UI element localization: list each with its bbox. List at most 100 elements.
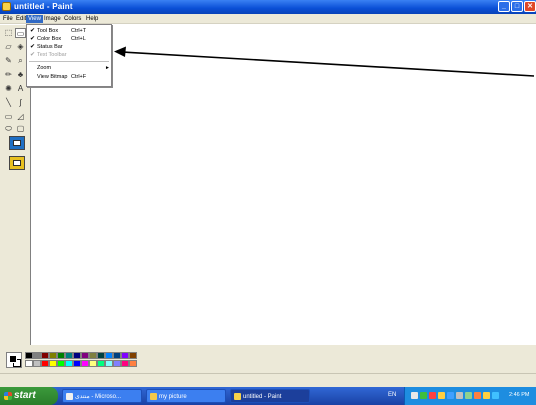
color-swatch[interactable] bbox=[49, 352, 57, 359]
view-menu-item-toolbox[interactable]: ✔ Tool Box Ctrl+T bbox=[27, 27, 111, 35]
color-swatch[interactable] bbox=[89, 352, 97, 359]
view-menu-dropdown: ✔ Tool Box Ctrl+T ✔ Color Box Ctrl+L ✔ S… bbox=[26, 24, 112, 87]
color-swatch[interactable] bbox=[25, 352, 33, 359]
window-title: untitled - Paint bbox=[14, 2, 73, 11]
color-swatch[interactable] bbox=[129, 360, 137, 367]
color-swatch[interactable] bbox=[65, 360, 73, 367]
taskbar-button-label: my picture bbox=[159, 394, 187, 400]
taskbar-button-label: untitled - Paint bbox=[243, 394, 282, 400]
taskbar-button-paint[interactable]: untitled - Paint bbox=[230, 389, 310, 403]
color-swatch[interactable] bbox=[25, 360, 33, 367]
line-icon[interactable]: ╲ bbox=[3, 98, 14, 108]
minimize-button[interactable]: _ bbox=[498, 1, 510, 12]
color-swatch[interactable] bbox=[121, 352, 129, 359]
polygon-icon[interactable]: ◿ bbox=[15, 112, 26, 122]
fill-icon[interactable]: ◈ bbox=[15, 42, 26, 52]
tool-option-transparent[interactable] bbox=[9, 136, 25, 150]
color-swatch[interactable] bbox=[33, 352, 41, 359]
view-menu-item-statusbar[interactable]: ✔ Status Bar bbox=[27, 43, 111, 51]
close-button[interactable]: ✕ bbox=[524, 1, 536, 12]
pencil-icon[interactable]: ✏ bbox=[3, 70, 14, 80]
brush-icon[interactable]: ♣ bbox=[15, 70, 26, 80]
clock: 2:46 PM bbox=[509, 392, 530, 398]
system-tray: 2:46 PM bbox=[404, 387, 536, 405]
view-menu-item-viewbitmap[interactable]: View Bitmap Ctrl+F bbox=[27, 73, 111, 81]
menu-item-label: Zoom bbox=[37, 65, 52, 71]
menu-file[interactable]: File bbox=[1, 15, 15, 23]
tray-icon[interactable] bbox=[483, 392, 490, 399]
color-swatch[interactable] bbox=[81, 352, 89, 359]
color-swatch[interactable] bbox=[73, 352, 81, 359]
tray-icon[interactable] bbox=[447, 392, 454, 399]
check-icon: ✔ bbox=[30, 28, 36, 34]
tray-icon[interactable] bbox=[411, 392, 418, 399]
color-swatch[interactable] bbox=[41, 352, 49, 359]
menu-separator bbox=[29, 61, 109, 62]
paint-app-icon[interactable] bbox=[2, 2, 11, 11]
tray-icon[interactable] bbox=[474, 392, 481, 399]
color-swatch[interactable] bbox=[57, 360, 65, 367]
menu-colors[interactable]: Colors bbox=[62, 15, 83, 23]
tray-icon[interactable] bbox=[429, 392, 436, 399]
menu-help[interactable]: Help bbox=[84, 15, 100, 23]
check-icon: ✔ bbox=[30, 36, 36, 42]
taskbar-button-label: منتدى - Microso... bbox=[75, 394, 122, 400]
color-swatch[interactable] bbox=[81, 360, 89, 367]
check-icon: ✔ bbox=[30, 44, 36, 50]
browser-icon bbox=[66, 393, 73, 400]
windows-logo-icon bbox=[4, 392, 12, 400]
paint-icon bbox=[234, 393, 241, 400]
curve-icon[interactable]: ∫ bbox=[15, 98, 26, 108]
magnifier-icon[interactable]: ⌕ bbox=[15, 56, 26, 66]
select-icon[interactable]: ▭ bbox=[15, 28, 26, 38]
language-indicator[interactable]: EN bbox=[388, 392, 396, 398]
foreground-color-swatch bbox=[9, 355, 17, 363]
color-swatch[interactable] bbox=[49, 360, 57, 367]
tray-icon[interactable] bbox=[456, 392, 463, 399]
pick-color-icon[interactable]: ✎ bbox=[3, 56, 14, 66]
color-box bbox=[0, 345, 536, 373]
tray-icon[interactable] bbox=[420, 392, 427, 399]
airbrush-icon[interactable]: ✺ bbox=[3, 84, 14, 94]
start-button[interactable]: start bbox=[0, 387, 58, 405]
maximize-button[interactable]: □ bbox=[511, 1, 523, 12]
menu-view[interactable]: View bbox=[26, 15, 43, 23]
color-swatch[interactable] bbox=[65, 352, 73, 359]
color-swatch[interactable] bbox=[121, 360, 129, 367]
submenu-arrow-icon: ► bbox=[105, 65, 110, 71]
current-colors[interactable] bbox=[6, 352, 22, 368]
color-swatch[interactable] bbox=[105, 352, 113, 359]
menu-item-label: Tool Box bbox=[37, 28, 59, 34]
color-swatch[interactable] bbox=[113, 360, 121, 367]
color-swatch[interactable] bbox=[41, 360, 49, 367]
eraser-icon[interactable]: ▱ bbox=[3, 42, 14, 52]
menu-image[interactable]: Image bbox=[42, 15, 63, 23]
tool-option-opaque[interactable] bbox=[9, 156, 25, 170]
color-swatch[interactable] bbox=[57, 352, 65, 359]
color-swatch[interactable] bbox=[33, 360, 41, 367]
color-swatch[interactable] bbox=[89, 360, 97, 367]
free-form-select-icon[interactable]: ⬚ bbox=[3, 28, 14, 38]
view-menu-item-zoom[interactable]: Zoom ► bbox=[27, 64, 111, 72]
taskbar-button-browser[interactable]: منتدى - Microso... bbox=[62, 389, 142, 403]
color-swatch[interactable] bbox=[113, 352, 121, 359]
folder-icon bbox=[150, 393, 157, 400]
color-swatch[interactable] bbox=[97, 352, 105, 359]
view-menu-item-texttoolbar: ✔ Text Toolbar bbox=[27, 51, 111, 59]
color-swatch[interactable] bbox=[97, 360, 105, 367]
rounded-rectangle-icon[interactable]: ▢ bbox=[15, 124, 26, 134]
rectangle-icon[interactable]: ▭ bbox=[3, 112, 14, 122]
color-swatch[interactable] bbox=[73, 360, 81, 367]
menu-item-label: Status Bar bbox=[37, 44, 63, 50]
taskbar-button-my-picture[interactable]: my picture bbox=[146, 389, 226, 403]
tray-icon[interactable] bbox=[465, 392, 472, 399]
tray-icon[interactable] bbox=[492, 392, 499, 399]
menu-item-shortcut: Ctrl+F bbox=[71, 74, 87, 80]
text-icon[interactable]: A bbox=[15, 84, 26, 94]
menu-item-shortcut: Ctrl+T bbox=[71, 28, 87, 34]
tray-icon[interactable] bbox=[438, 392, 445, 399]
ellipse-icon[interactable]: ⬭ bbox=[3, 124, 14, 134]
color-swatch[interactable] bbox=[105, 360, 113, 367]
color-swatch[interactable] bbox=[129, 352, 137, 359]
view-menu-item-colorbox[interactable]: ✔ Color Box Ctrl+L bbox=[27, 35, 111, 43]
